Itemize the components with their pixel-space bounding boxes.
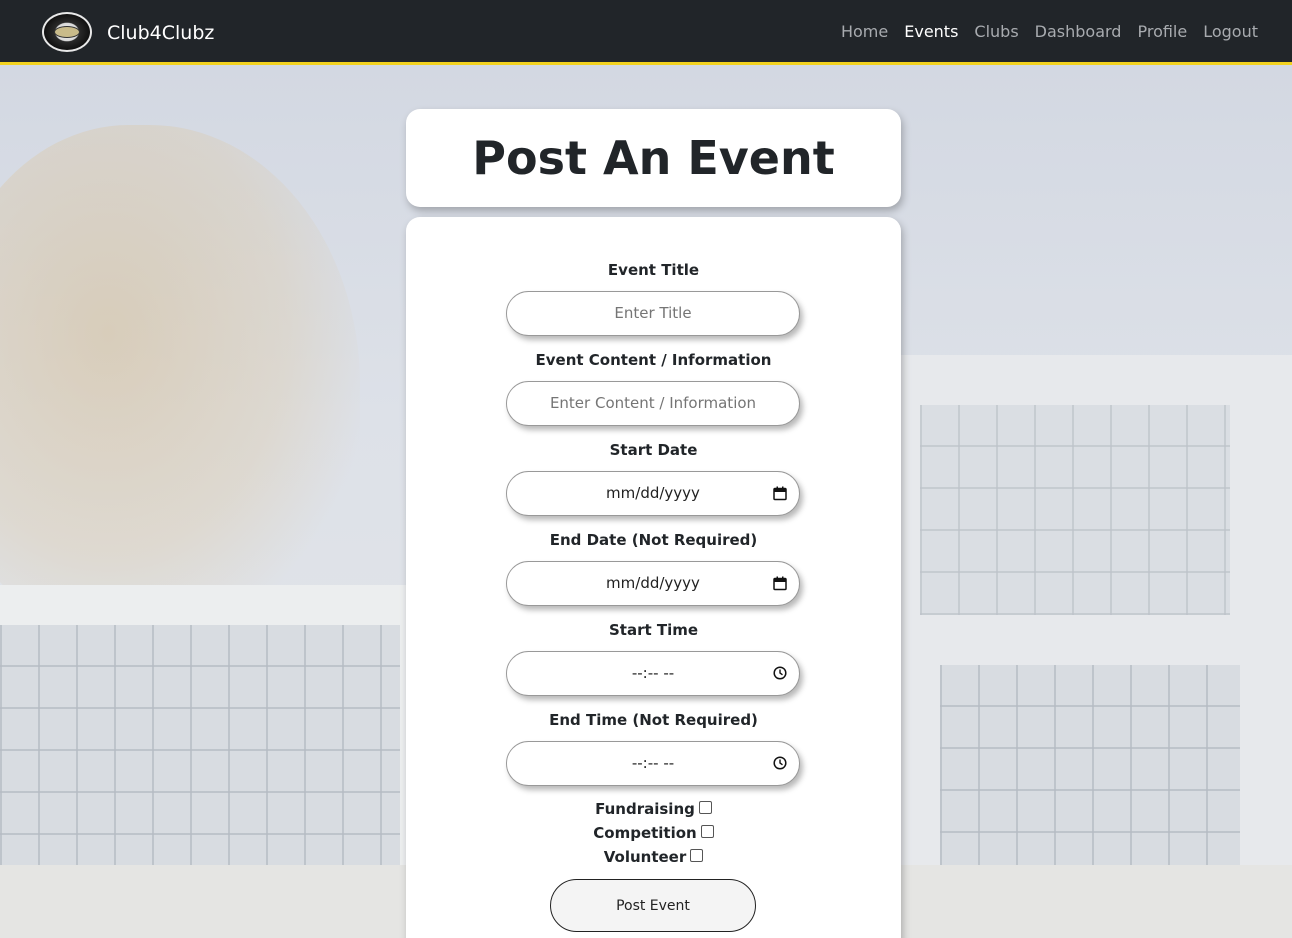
building-windows-left: [0, 625, 400, 865]
page-title: Post An Event: [472, 131, 835, 185]
end-time-input[interactable]: --:-- --: [506, 741, 800, 786]
tree-foliage: [0, 125, 360, 645]
nav-link-clubs[interactable]: Clubs: [974, 20, 1018, 44]
event-title-label: Event Title: [607, 261, 700, 279]
competition-label: Competition: [593, 824, 697, 842]
nav-link-events[interactable]: Events: [904, 20, 958, 44]
category-checkboxes: Fundraising Competition Volunteer: [406, 797, 901, 869]
competition-checkbox[interactable]: [700, 824, 714, 838]
post-event-button[interactable]: Post Event: [550, 879, 756, 932]
title-card: Post An Event: [406, 109, 901, 207]
event-form: Event Title Enter Title Event Content / …: [406, 217, 901, 938]
event-title-input[interactable]: Enter Title: [506, 291, 800, 336]
calendar-icon[interactable]: [773, 486, 787, 501]
fundraising-label: Fundraising: [595, 800, 695, 818]
start-time-label: Start Time: [608, 621, 699, 639]
building-windows-right: [940, 665, 1240, 865]
start-date-input[interactable]: mm/dd/yyyy: [506, 471, 800, 516]
building-windows-upper: [920, 405, 1230, 615]
event-content-label: Event Content / Information: [535, 351, 772, 369]
category-competition: Competition: [406, 821, 901, 845]
clock-icon[interactable]: [773, 756, 787, 770]
volunteer-checkbox[interactable]: [690, 848, 704, 862]
nav-link-dashboard[interactable]: Dashboard: [1035, 20, 1122, 44]
fundraising-checkbox[interactable]: [698, 800, 712, 814]
clock-icon[interactable]: [773, 666, 787, 680]
calendar-icon[interactable]: [773, 576, 787, 591]
end-time-value: --:-- --: [631, 754, 675, 772]
start-time-input[interactable]: --:-- --: [506, 651, 800, 696]
start-time-value: --:-- --: [631, 664, 675, 682]
event-content-input[interactable]: Enter Content / Information: [506, 381, 800, 426]
nav-link-home[interactable]: Home: [841, 20, 888, 44]
start-date-label: Start Date: [609, 441, 698, 459]
category-volunteer: Volunteer: [406, 845, 901, 869]
nav-link-logout[interactable]: Logout: [1203, 20, 1258, 44]
brand-name[interactable]: Club4Clubz: [107, 20, 214, 46]
navbar: Club4Clubz Home Events Clubs Dashboard P…: [0, 0, 1292, 65]
school-logo[interactable]: [42, 12, 92, 52]
end-date-label: End Date (Not Required): [549, 531, 758, 549]
start-date-value: mm/dd/yyyy: [606, 484, 700, 502]
logo-emblem: [54, 26, 80, 38]
nav-links: Home Events Clubs Dashboard Profile Logo…: [841, 20, 1258, 44]
volunteer-label: Volunteer: [603, 848, 687, 866]
nav-link-profile[interactable]: Profile: [1137, 20, 1187, 44]
category-fundraising: Fundraising: [406, 797, 901, 821]
end-date-input[interactable]: mm/dd/yyyy: [506, 561, 800, 606]
end-time-label: End Time (Not Required): [549, 711, 758, 729]
end-date-value: mm/dd/yyyy: [606, 574, 700, 592]
